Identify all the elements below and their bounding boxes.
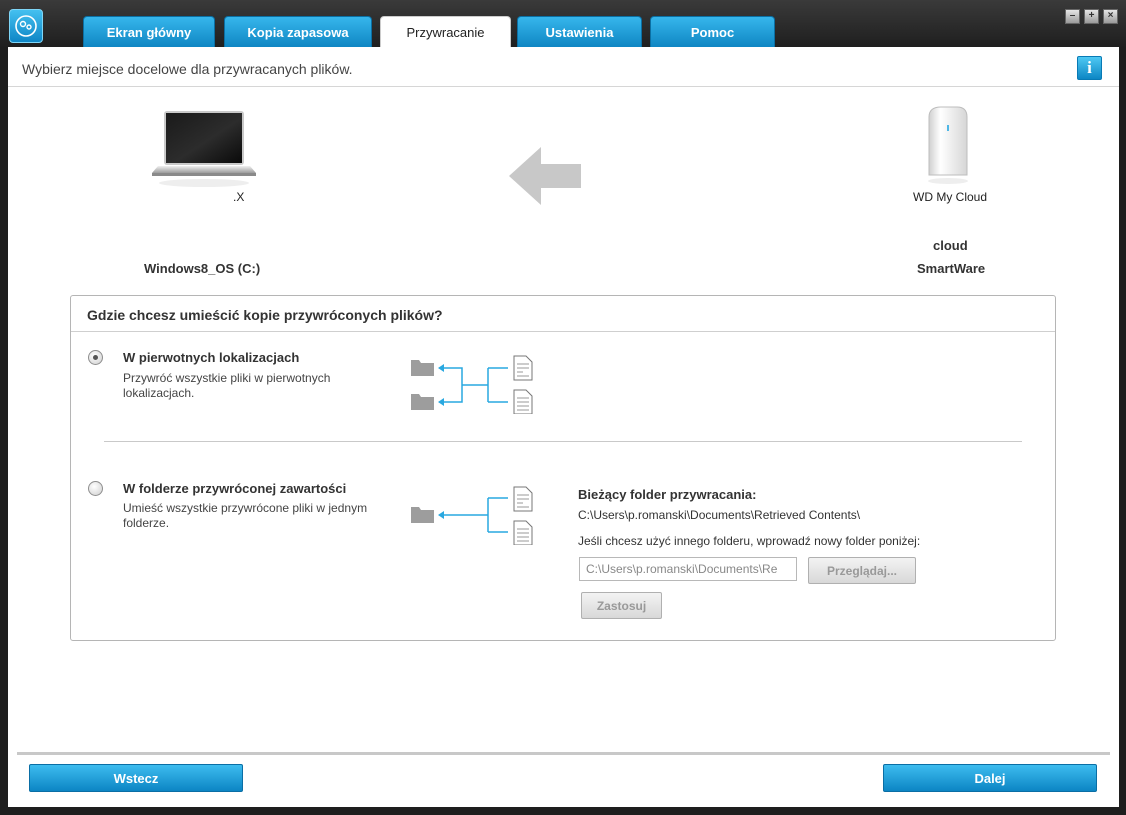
browse-button[interactable]: Przeglądaj... xyxy=(808,557,916,584)
panel-title: Gdzie chcesz umieścić kopie przywróconyc… xyxy=(71,296,1055,332)
instruction-bar: Wybierz miejsce docelowe dla przywracany… xyxy=(8,47,1119,87)
current-folder-path: C:\Users\p.romanski\Documents\Retrieved … xyxy=(578,508,861,522)
footer-separator xyxy=(17,752,1110,755)
apply-button[interactable]: Zastosuj xyxy=(581,592,662,619)
minimize-button[interactable]: – xyxy=(1065,9,1080,24)
radio-restored-folder[interactable] xyxy=(88,481,103,496)
restore-folder-input[interactable] xyxy=(579,557,797,581)
info-icon[interactable]: i xyxy=(1077,56,1102,80)
radio-original-locations[interactable] xyxy=(88,350,103,365)
instruction-text: Wybierz miejsce docelowe dla przywracany… xyxy=(22,61,353,77)
single-folder-diagram-icon xyxy=(410,485,538,548)
restore-location-panel: Gdzie chcesz umieścić kopie przywróconyc… xyxy=(70,295,1056,641)
wd-app-logo-icon[interactable] xyxy=(9,9,43,43)
tab-restore[interactable]: Przywracanie xyxy=(380,16,511,47)
option-folder-description: Umieść wszystkie przywrócone pliki w jed… xyxy=(123,501,368,530)
option-original-description: Przywróć wszystkie pliki w pierwotnych l… xyxy=(123,371,331,400)
back-button[interactable]: Wstecz xyxy=(29,764,243,792)
option-folder-title[interactable]: W folderze przywróconej zawartości xyxy=(123,481,346,496)
tab-backup[interactable]: Kopia zapasowa xyxy=(224,16,372,47)
source-device-label: .X xyxy=(233,190,245,204)
target-share-name: cloud xyxy=(933,238,968,253)
wd-my-cloud-drive-icon xyxy=(923,105,973,190)
other-folder-hint: Jeśli chcesz użyć innego folderu, wprowa… xyxy=(578,534,921,548)
tab-home[interactable]: Ekran główny xyxy=(83,16,215,47)
original-locations-diagram-icon xyxy=(410,354,538,417)
option-original-title[interactable]: W pierwotnych lokalizacjach xyxy=(123,350,299,365)
target-app-name: SmartWare xyxy=(917,261,986,276)
target-device-label: WD My Cloud xyxy=(913,190,988,204)
source-drive-name: Windows8_OS (C:) xyxy=(144,261,261,276)
tab-help[interactable]: Pomoc xyxy=(650,16,775,47)
restore-direction-arrow-icon xyxy=(509,145,583,210)
laptop-icon xyxy=(148,109,258,194)
current-folder-label: Bieżący folder przywracania: xyxy=(578,487,757,502)
maximize-button[interactable]: + xyxy=(1084,9,1099,24)
options-divider xyxy=(104,441,1022,442)
main-panel: Wybierz miejsce docelowe dla przywracany… xyxy=(8,47,1119,807)
tab-settings[interactable]: Ustawienia xyxy=(517,16,642,47)
title-bar: Ekran główny Kopia zapasowa Przywracanie… xyxy=(0,0,1126,47)
next-button[interactable]: Dalej xyxy=(883,764,1097,792)
close-button[interactable]: × xyxy=(1103,9,1118,24)
